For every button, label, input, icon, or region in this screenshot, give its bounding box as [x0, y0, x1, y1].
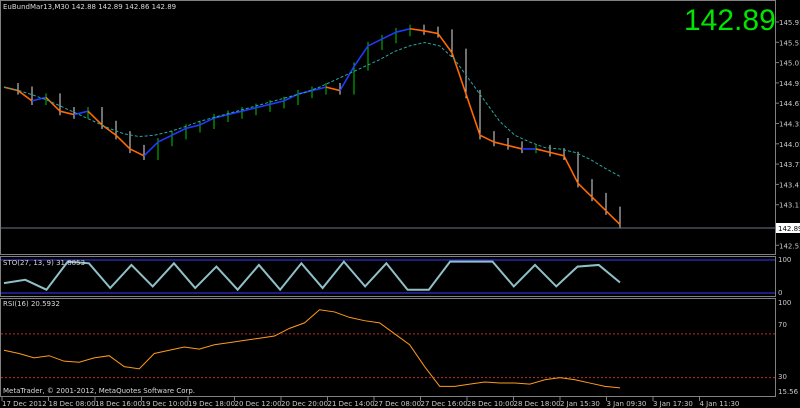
rsi-line — [3, 309, 621, 389]
time-label: 2 Jan 15:30 — [560, 400, 600, 408]
fast-ma-segment — [507, 144, 523, 150]
fast-ma-segment — [171, 127, 187, 136]
rsi-label-100: 100 — [778, 299, 791, 307]
time-label: 27 Dec 16:00 — [421, 400, 468, 408]
fast-ma-segment — [45, 96, 61, 112]
fast-ma-segment — [185, 124, 201, 130]
rsi-label-min: 15.56 — [778, 388, 799, 396]
fast-ma-segment — [479, 134, 495, 143]
time-label: 18 Dec 16:00 — [95, 400, 142, 408]
stoch-series-layer — [1, 259, 775, 294]
fast-ma-segment — [213, 113, 229, 119]
fast-ma-segment — [129, 148, 145, 157]
fast-ma-segment — [423, 30, 439, 35]
price-label: 144.31 — [779, 121, 800, 129]
fast-ma-segment — [87, 110, 103, 126]
time-label: 21 Dec 14:00 — [328, 400, 375, 408]
fast-ma-segment — [367, 38, 383, 47]
price-label: 143.41 — [779, 181, 800, 189]
time-label: 3 Jan 17:30 — [653, 400, 693, 408]
price-label: 144.01 — [779, 141, 800, 149]
time-label: 3 Jan 09:30 — [607, 400, 647, 408]
time-axis: 17 Dec 2012 18 Dec 08:00 18 Dec 16:00 19 De… — [1, 397, 740, 408]
rsi-label-30: 30 — [778, 373, 787, 381]
fast-ma-segment — [549, 151, 565, 157]
fast-ma-segment — [199, 117, 215, 126]
rsi-series-layer — [1, 309, 775, 389]
time-label: 27 Dec 08:00 — [374, 400, 421, 408]
rsi-panel-frame — [0, 298, 776, 397]
fast-ma-segment — [227, 110, 243, 116]
rsi-title: RSI(16) 20.5932 — [3, 300, 60, 308]
fast-ma-segment — [143, 141, 159, 157]
price-label: 143.11 — [779, 202, 800, 210]
price-axis: 145.91 145.51 145.01 144.91 144.61 144.31 144.… — [775, 19, 800, 250]
fast-ma-segment — [353, 45, 369, 67]
fast-ma-segment — [115, 134, 131, 150]
time-label: 18 Dec 08:00 — [49, 400, 96, 408]
price-label: 143.71 — [779, 161, 800, 169]
big-price-display: 142.89 — [684, 4, 776, 37]
fast-ma-segment — [255, 103, 271, 109]
stoch-label-0: 0 — [778, 289, 782, 297]
time-label: 20 Dec 20:00 — [281, 400, 328, 408]
price-label: 144.91 — [779, 80, 800, 88]
fast-ma-segment — [157, 134, 173, 143]
chart-canvas[interactable]: 145.91 145.51 145.01 144.91 144.61 144.31 144.… — [0, 0, 800, 408]
copyright-text: MetaTrader, © 2001-2012, MetaQuotes Soft… — [3, 387, 195, 395]
fast-ma-segment — [591, 196, 607, 212]
rsi-label-70: 70 — [778, 321, 787, 329]
fast-ma-segment — [465, 93, 481, 136]
fast-ma-segment — [493, 141, 509, 147]
fast-ma-segment — [437, 33, 453, 54]
fast-ma-segment — [563, 155, 579, 184]
fast-ma-segment — [409, 27, 425, 32]
fast-ma-segment — [325, 86, 341, 92]
time-label: 19 Dec 10:00 — [142, 400, 189, 408]
slow-ma-line — [3, 41, 621, 177]
time-label: 17 Dec 2012 — [2, 400, 47, 408]
fast-ma-segment — [577, 182, 593, 198]
price-label: 145.01 — [779, 60, 800, 68]
stoch-title: STO(27, 13, 9) 31.8053 — [3, 259, 85, 267]
fast-ma-segment — [381, 31, 397, 40]
price-label: 144.61 — [779, 100, 800, 108]
time-label: 20 Dec 12:00 — [235, 400, 282, 408]
stoch-panel-frame — [0, 256, 776, 297]
price-label: 145.91 — [779, 19, 800, 27]
fast-ma-segment — [241, 106, 257, 112]
price-panel-frame — [0, 0, 776, 255]
time-label: 28 Dec 10:00 — [467, 400, 514, 408]
trading-chart[interactable]: 145.91 145.51 145.01 144.91 144.61 144.31 144.… — [0, 0, 800, 408]
stoch-label-100: 100 — [778, 256, 791, 264]
fast-ma-segment — [535, 148, 551, 154]
window-title: EuBundMar13,M30 142.88 142.89 142.86 142… — [3, 3, 176, 11]
time-label: 28 Dec 18:00 — [514, 400, 561, 408]
fast-ma-segment — [339, 66, 355, 91]
time-label: 4 Jan 11:30 — [700, 400, 740, 408]
price-label: 145.51 — [779, 39, 800, 47]
stoch-line — [3, 260, 621, 292]
fast-ma-segment — [605, 210, 621, 226]
current-price-tag-label: 142.89 — [778, 225, 800, 233]
price-series-layer — [3, 24, 621, 229]
fast-ma-segment — [395, 27, 411, 33]
time-label: 19 Dec 18:00 — [188, 400, 235, 408]
price-label: 142.51 — [779, 242, 800, 250]
